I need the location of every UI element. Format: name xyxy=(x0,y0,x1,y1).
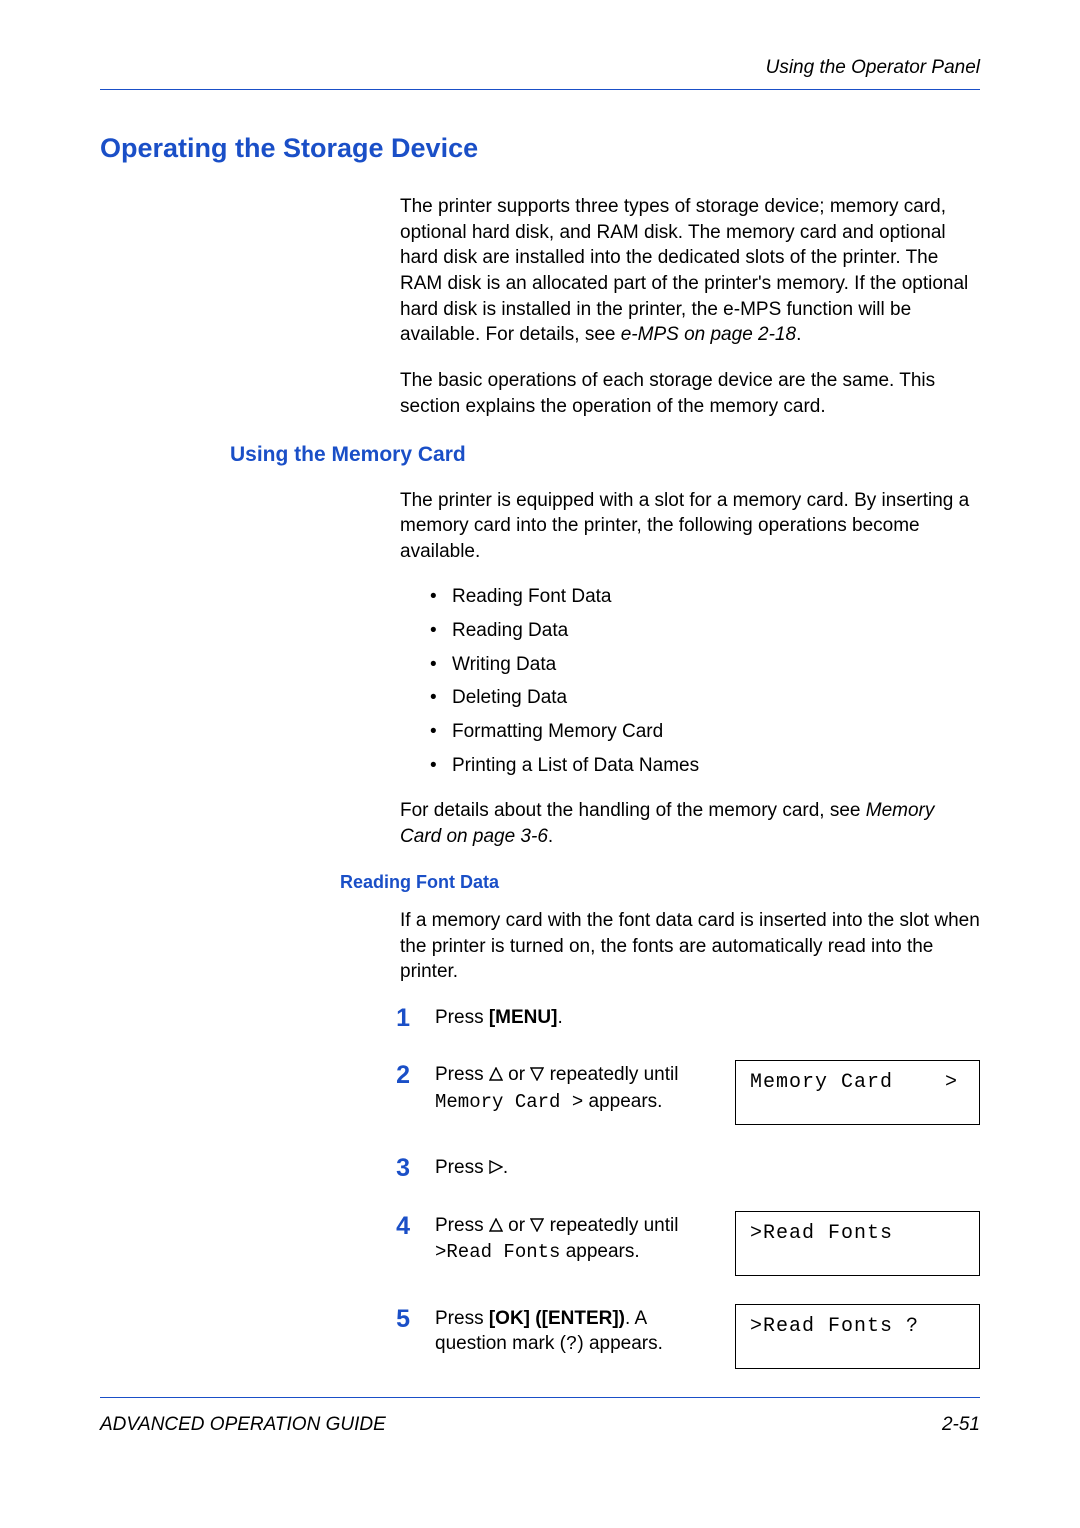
down-triangle-icon xyxy=(530,1063,544,1089)
step-number: 3 xyxy=(340,1155,435,1183)
text: . xyxy=(548,826,553,847)
step-number: 1 xyxy=(340,1005,435,1033)
text: . xyxy=(503,1157,508,1178)
page: Using the Operator Panel Operating the S… xyxy=(0,0,1080,1528)
step-text: Press [MENU]. xyxy=(435,1005,980,1031)
memory-detail: For details about the handling of the me… xyxy=(400,798,980,849)
list-item: Reading Font Data xyxy=(430,584,980,610)
list-item: Writing Data xyxy=(430,652,980,678)
display-text: ? xyxy=(566,1333,577,1355)
text: or xyxy=(503,1215,530,1236)
step-5: 5 Press [OK] ([ENTER]). A question mark … xyxy=(100,1306,980,1369)
text: appears. xyxy=(583,1091,662,1112)
footer: ADVANCED OPERATION GUIDE 2-51 xyxy=(100,1397,980,1438)
key-ok-enter: [OK] ([ENTER]) xyxy=(489,1308,625,1329)
step-text: Press . xyxy=(435,1155,980,1182)
intro-block: The printer supports three types of stor… xyxy=(400,194,980,419)
up-triangle-icon xyxy=(489,1063,503,1089)
key-menu: [MENU] xyxy=(489,1007,558,1028)
bullet-list: Reading Font Data Reading Data Writing D… xyxy=(430,584,980,778)
step-number: 5 xyxy=(340,1306,435,1334)
right-triangle-icon xyxy=(489,1156,503,1182)
rfd-block: If a memory card with the font data card… xyxy=(400,908,980,985)
text: . xyxy=(796,324,801,345)
steps: 1 Press [MENU]. 2 Press or repeatedly un… xyxy=(100,1005,980,1369)
step-3: 3 Press . xyxy=(100,1155,980,1183)
running-header: Using the Operator Panel xyxy=(100,55,980,81)
text: For details about the handling of the me… xyxy=(400,800,866,821)
text: . xyxy=(557,1007,562,1028)
down-triangle-icon xyxy=(530,1214,544,1240)
lcd-display: >Read Fonts ? xyxy=(735,1304,980,1369)
text: The printer supports three types of stor… xyxy=(400,196,968,345)
step-2: 2 Press or repeatedly until Memory Card … xyxy=(100,1062,980,1125)
list-item: Reading Data xyxy=(430,618,980,644)
step-1: 1 Press [MENU]. xyxy=(100,1005,980,1033)
lcd-display: Memory Card > xyxy=(735,1060,980,1125)
rfd-intro: If a memory card with the font data card… xyxy=(400,908,980,985)
step-number: 2 xyxy=(340,1062,435,1090)
list-item: Printing a List of Data Names xyxy=(430,753,980,779)
list-item: Deleting Data xyxy=(430,685,980,711)
heading-3: Reading Font Data xyxy=(340,870,980,894)
text: Press xyxy=(435,1157,489,1178)
text: repeatedly until xyxy=(544,1064,678,1085)
text: Press xyxy=(435,1064,489,1085)
text: appears. xyxy=(560,1241,639,1262)
footer-right: 2-51 xyxy=(942,1412,980,1438)
step-text: Press or repeatedly until >Read Fonts ap… xyxy=(435,1213,735,1266)
heading-1: Operating the Storage Device xyxy=(100,130,980,166)
display-text: >Read Fonts xyxy=(435,1241,560,1263)
up-triangle-icon xyxy=(489,1214,503,1240)
text: Press xyxy=(435,1215,489,1236)
step-text: Press [OK] ([ENTER]). A question mark (?… xyxy=(435,1306,735,1358)
top-rule xyxy=(100,89,980,90)
list-item: Formatting Memory Card xyxy=(430,719,980,745)
text: ) appears. xyxy=(577,1333,663,1354)
memory-block: The printer is equipped with a slot for … xyxy=(400,488,980,850)
text: repeatedly until xyxy=(544,1215,678,1236)
text: or xyxy=(503,1064,530,1085)
footer-left: ADVANCED OPERATION GUIDE xyxy=(100,1412,386,1438)
intro-para-2: The basic operations of each storage dev… xyxy=(400,368,980,419)
footer-rule xyxy=(100,1397,980,1398)
memory-intro: The printer is equipped with a slot for … xyxy=(400,488,980,565)
step-text: Press or repeatedly until Memory Card > … xyxy=(435,1062,735,1115)
text: Press xyxy=(435,1308,489,1329)
text: Press xyxy=(435,1007,489,1028)
intro-para-1: The printer supports three types of stor… xyxy=(400,194,980,348)
step-4: 4 Press or repeatedly until >Read Fonts … xyxy=(100,1213,980,1276)
step-number: 4 xyxy=(340,1213,435,1241)
ref-emps: e-MPS on page 2-18 xyxy=(621,324,796,345)
display-text: Memory Card > xyxy=(435,1091,583,1113)
heading-2: Using the Memory Card xyxy=(230,441,980,469)
lcd-display: >Read Fonts xyxy=(735,1211,980,1276)
